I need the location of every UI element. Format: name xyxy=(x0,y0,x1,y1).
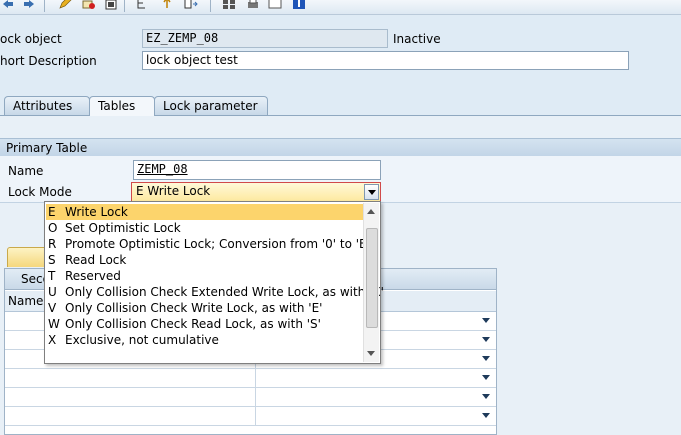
lock-mode-options-list: E Write Lock O Set Optimistic Lock R Promot… xyxy=(44,201,384,364)
info-icon[interactable] xyxy=(292,0,306,10)
lock-mode-value: E Write Lock xyxy=(136,184,211,198)
chevron-down-icon[interactable] xyxy=(482,375,490,380)
lock-object-label: ock object xyxy=(0,32,62,46)
chevron-down-icon[interactable] xyxy=(482,356,490,361)
short-description-label: hort Description xyxy=(0,54,97,68)
table-row[interactable] xyxy=(5,388,496,407)
option-s[interactable]: S Read Lock xyxy=(46,252,364,268)
back-arrow-icon[interactable] xyxy=(1,0,15,10)
layout-icon[interactable] xyxy=(222,0,236,10)
print-icon[interactable] xyxy=(246,0,260,10)
activate-icon[interactable] xyxy=(82,0,96,10)
dropdown-scrollbar[interactable] xyxy=(363,203,379,362)
chevron-down-icon[interactable] xyxy=(482,394,490,399)
primary-table-group-header: Primary Table xyxy=(0,138,681,157)
scroll-down-icon[interactable] xyxy=(367,351,375,356)
short-description-field[interactable]: lock object test xyxy=(142,51,629,70)
option-x[interactable]: X Exclusive, not cumulative xyxy=(46,332,364,348)
option-o[interactable]: O Set Optimistic Lock xyxy=(46,220,364,236)
lock-object-field[interactable]: EZ_ZEMP_08 xyxy=(142,29,388,48)
forward-arrow-icon[interactable] xyxy=(22,0,36,10)
option-r[interactable]: R Promote Optimistic Lock; Conversion fro… xyxy=(46,236,370,252)
option-e[interactable]: E Write Lock xyxy=(46,204,364,220)
navigate-icon[interactable] xyxy=(160,0,174,10)
primary-table-title: Primary Table xyxy=(6,141,88,155)
window-icon[interactable] xyxy=(268,0,282,10)
lock-mode-dropdown[interactable]: E Write Lock xyxy=(131,182,381,202)
scroll-up-icon[interactable] xyxy=(367,209,375,214)
dropdown-toggle-button[interactable] xyxy=(364,184,379,200)
hierarchy-icon[interactable] xyxy=(184,0,198,10)
lock-mode-label: Lock Mode xyxy=(8,185,72,199)
status-text: Inactive xyxy=(393,32,441,46)
option-u[interactable]: U Only Collision Check Extended Write Loc… xyxy=(46,284,384,300)
where-used-icon[interactable] xyxy=(136,0,150,10)
chevron-down-icon[interactable] xyxy=(482,337,490,342)
object-list-icon[interactable] xyxy=(104,0,118,10)
tab-lock-parameter[interactable]: Lock parameter xyxy=(154,96,268,115)
column-header-name[interactable]: Name xyxy=(8,294,43,308)
edit-pencil-icon[interactable] xyxy=(58,0,72,10)
name-label: Name xyxy=(8,164,44,178)
tab-tables[interactable]: Tables xyxy=(89,96,155,116)
chevron-down-icon[interactable] xyxy=(482,413,490,418)
option-t[interactable]: T Reserved xyxy=(46,268,364,284)
table-row[interactable] xyxy=(5,407,496,426)
chevron-down-icon xyxy=(368,190,376,195)
chevron-down-icon[interactable] xyxy=(482,318,490,323)
application-toolbar xyxy=(0,0,681,15)
table-row[interactable] xyxy=(5,369,496,388)
tab-attributes[interactable]: Attributes xyxy=(4,96,90,115)
option-w[interactable]: W Only Collision Check Read Lock, as with… xyxy=(46,316,364,332)
scrollbar-thumb[interactable] xyxy=(366,228,378,328)
table-name-field[interactable]: ZEMP_08 xyxy=(133,160,381,180)
option-v[interactable]: V Only Collision Check Write Lock, as wit… xyxy=(46,300,364,316)
